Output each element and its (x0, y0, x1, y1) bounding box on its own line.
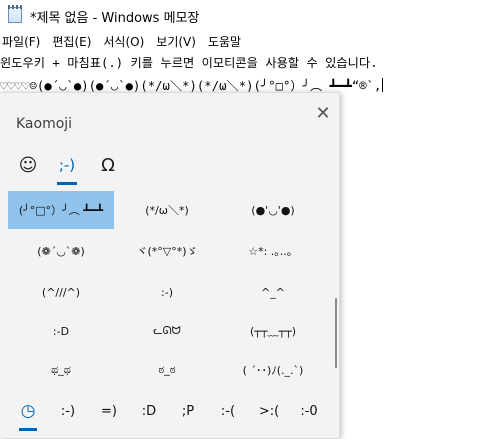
recent-kaomoji[interactable]: >:( (256, 395, 282, 427)
kaomoji-item[interactable]: ☆*: .｡..。 (220, 232, 326, 270)
recent-kaomoji[interactable]: ;P (175, 395, 201, 427)
recent-kaomoji[interactable]: :-) (55, 395, 81, 427)
kaomoji-item[interactable]: (^///^) (8, 273, 114, 311)
clock-icon: ◷ (20, 401, 36, 421)
kaomoji-item[interactable]: (●'◡'●) (220, 191, 326, 229)
category-tabs: ☺ ;-) Ω (0, 147, 340, 187)
kaomoji-item[interactable]: :-D (8, 312, 114, 350)
title-bar: *제목 없음 - Windows 메모장 (0, 0, 502, 31)
tab-symbols[interactable]: Ω (93, 151, 123, 179)
notepad-icon (8, 5, 22, 23)
kaomoji-item[interactable]: ಠ_ಠ (114, 351, 220, 389)
menu-view[interactable]: 보기(V) (150, 33, 202, 50)
kaomoji-item[interactable]: (❁´◡`❁) (8, 232, 114, 270)
kaomoji-item[interactable]: ಥ_ಥ (8, 351, 114, 389)
kaomoji-grid: (╯°□°）╯︵ ┻━┻ (*/ω＼*) (●'◡'●) (❁´◡`❁) ヾ(*… (8, 191, 326, 391)
recent-kaomoji[interactable]: :-0 (295, 395, 323, 427)
recent-tab[interactable]: ◷ (16, 395, 40, 427)
recent-bar: ◷ :-) =) :D ;P :-( >:( :-0 (0, 395, 340, 439)
kaomoji-item[interactable]: (┬┬﹏┬┬) (220, 312, 326, 350)
kaomoji-item[interactable]: ᓚᘏᗢ (114, 312, 220, 350)
menu-file[interactable]: 파일(F) (0, 33, 46, 50)
recent-kaomoji[interactable]: =) (96, 395, 122, 427)
emoji-panel: Kaomoji ✕ ☺ ;-) Ω (╯°□°）╯︵ ┻━┻ (*/ω＼*) (… (0, 92, 340, 438)
tab-kaomoji[interactable]: ;-) (52, 151, 82, 179)
tab-emoji[interactable]: ☺ (13, 151, 43, 179)
menu-bar: 파일(F) 편집(E) 서식(O) 보기(V) 도움말 (0, 31, 502, 51)
close-button[interactable]: ✕ (312, 103, 334, 125)
active-recent-indicator (19, 428, 37, 431)
kaomoji-item[interactable]: ヾ(*°▽°*)ゞ (114, 232, 220, 270)
panel-title: Kaomoji (16, 116, 73, 132)
recent-kaomoji[interactable]: :D (136, 395, 162, 427)
close-icon: ✕ (315, 103, 331, 124)
menu-format[interactable]: 서식(O) (97, 33, 150, 50)
kaomoji-item[interactable]: ( ´･･)ﾉ(._.`) (220, 351, 326, 389)
kaomoji-item[interactable]: :-) (114, 273, 220, 311)
window-title: *제목 없음 - Windows 메모장 (30, 11, 200, 26)
kaomoji-item[interactable]: ^_^ (220, 273, 326, 311)
recent-kaomoji[interactable]: :-( (215, 395, 241, 427)
smiley-icon: ☺ (18, 154, 38, 176)
omega-icon: Ω (101, 154, 115, 176)
kaomoji-item[interactable]: (*/ω＼*) (114, 191, 220, 229)
active-tab-indicator (57, 182, 77, 185)
editor-line-text: ♡♡♡♡☺(●´◡`●)(●´◡`●)(*/ω＼*)(*/ω＼*)(╯°□°）╯… (0, 79, 382, 93)
scrollbar[interactable] (335, 298, 337, 368)
editor-line: 윈도우키 + 마침표(.) 키를 누르면 이모티콘을 사용할 수 있습니다. (0, 56, 378, 70)
kaomoji-icon: ;-) (58, 156, 76, 174)
menu-edit[interactable]: 편집(E) (46, 33, 97, 50)
menu-help[interactable]: 도움말 (202, 33, 247, 50)
text-caret (382, 78, 384, 92)
kaomoji-item[interactable]: (╯°□°）╯︵ ┻━┻ (8, 191, 114, 229)
